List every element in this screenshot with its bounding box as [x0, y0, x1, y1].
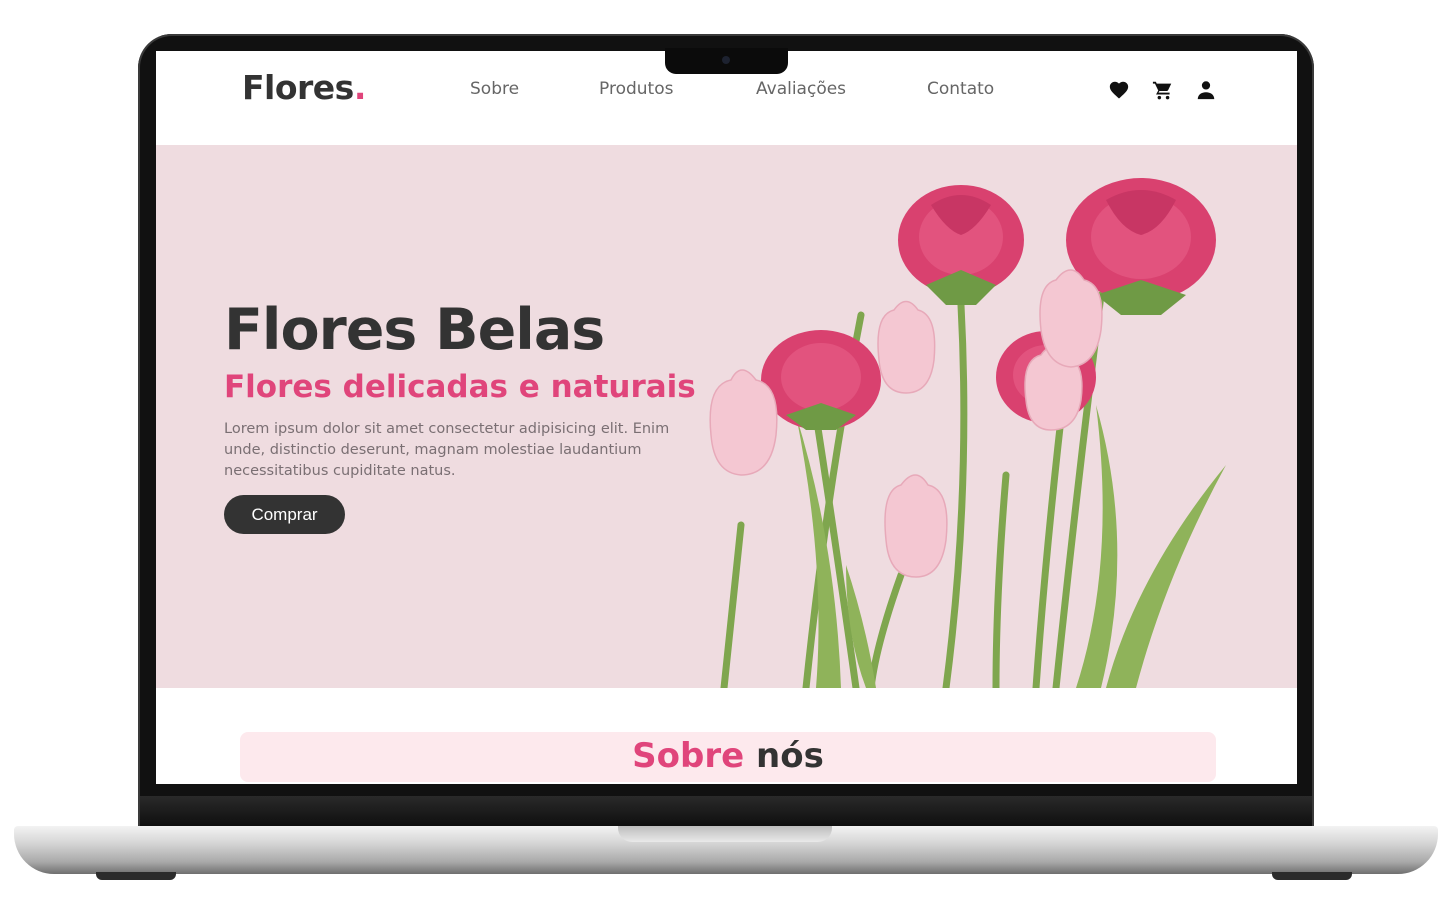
flowers-image	[709, 178, 1226, 688]
nav-link-contato[interactable]: Contato	[927, 79, 994, 99]
about-section-header: Sobre nós	[240, 732, 1216, 782]
hero-subtitle: Flores delicadas e naturais	[224, 369, 696, 405]
about-title-rest: nós	[756, 736, 824, 776]
camera-icon	[722, 56, 730, 64]
laptop-chin	[140, 796, 1312, 828]
site-logo[interactable]: Flores.	[242, 68, 366, 107]
laptop-foot-right	[1272, 872, 1352, 880]
nav-link-avaliacoes[interactable]: Avaliações	[756, 79, 846, 99]
buy-button[interactable]: Comprar	[224, 495, 345, 534]
about-title-highlight: Sobre	[632, 736, 745, 776]
about-title: Sobre nós	[240, 736, 1216, 776]
cart-icon[interactable]	[1152, 79, 1174, 101]
laptop-base-groove	[618, 826, 832, 842]
user-icon[interactable]	[1195, 79, 1217, 101]
nav-link-sobre[interactable]: Sobre	[470, 79, 519, 99]
logo-text: Flores	[242, 68, 354, 107]
nav-link-produtos[interactable]: Produtos	[599, 79, 673, 99]
camera-notch	[665, 48, 788, 74]
logo-dot: .	[353, 68, 367, 107]
heart-icon[interactable]	[1108, 79, 1130, 101]
hero-section: Flores Belas Flores delicadas e naturais…	[156, 145, 1297, 688]
laptop-foot-left	[96, 872, 176, 880]
hero-title: Flores Belas	[224, 297, 605, 363]
hero-description: Lorem ipsum dolor sit amet consectetur a…	[224, 421, 670, 479]
browser-screen: Flores. Sobre Produtos Avaliações Contat…	[156, 51, 1297, 784]
